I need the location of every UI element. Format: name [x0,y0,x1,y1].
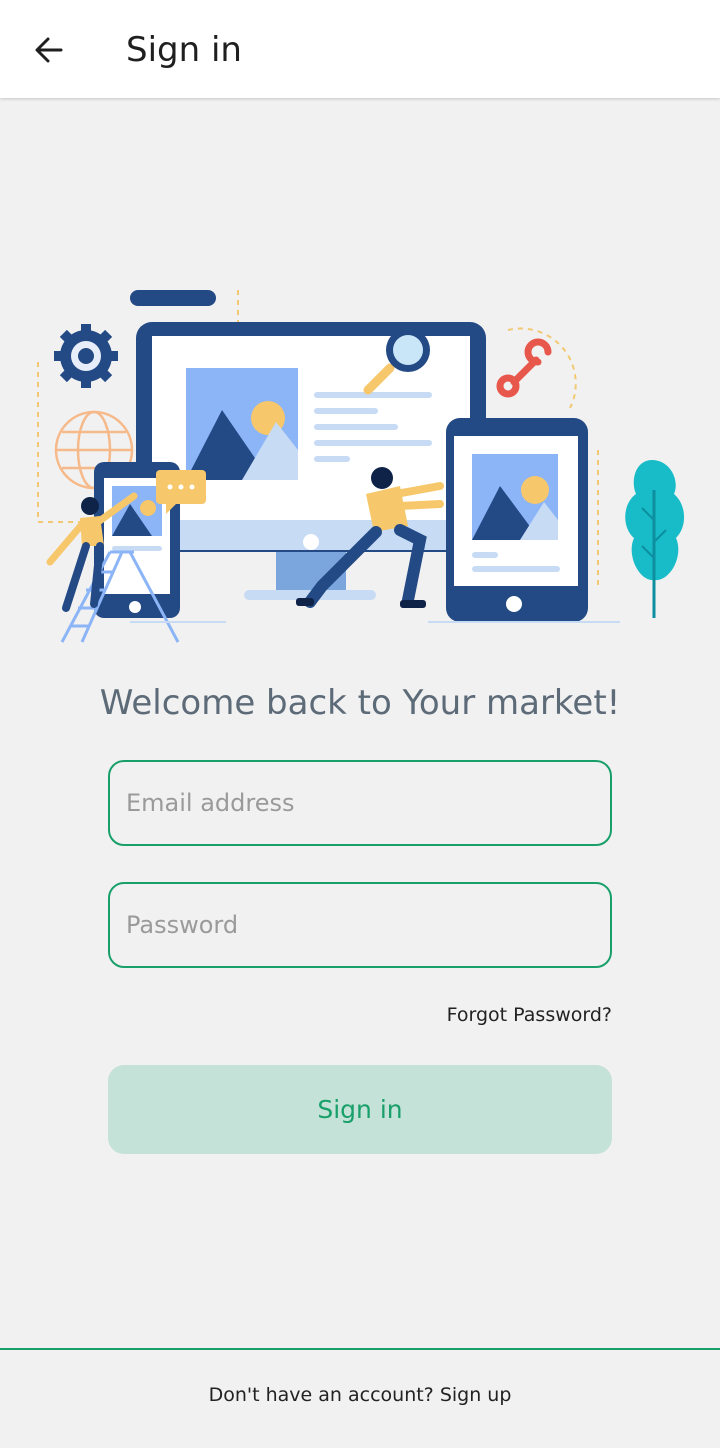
welcome-heading: Welcome back to Your market! [99,683,621,723]
signup-prompt-text: Don't have an account? [208,1384,434,1406]
sign-up-link[interactable]: Sign up [440,1384,512,1406]
password-input[interactable] [110,884,610,966]
forgot-password-link[interactable]: Forgot Password? [447,1004,612,1026]
sign-in-button[interactable]: Sign in [108,1065,612,1154]
email-input[interactable] [110,762,610,844]
page-title: Sign in [126,30,242,70]
signup-prompt: Don't have an account? Sign up [0,1384,720,1406]
password-field[interactable] [108,882,612,968]
email-field[interactable] [108,760,612,846]
footer-divider [0,1348,720,1350]
app-bar: Sign in [0,0,720,98]
arrow-left-icon [35,37,63,63]
back-button[interactable] [24,25,74,75]
responsive-devices-illustration [37,290,685,643]
